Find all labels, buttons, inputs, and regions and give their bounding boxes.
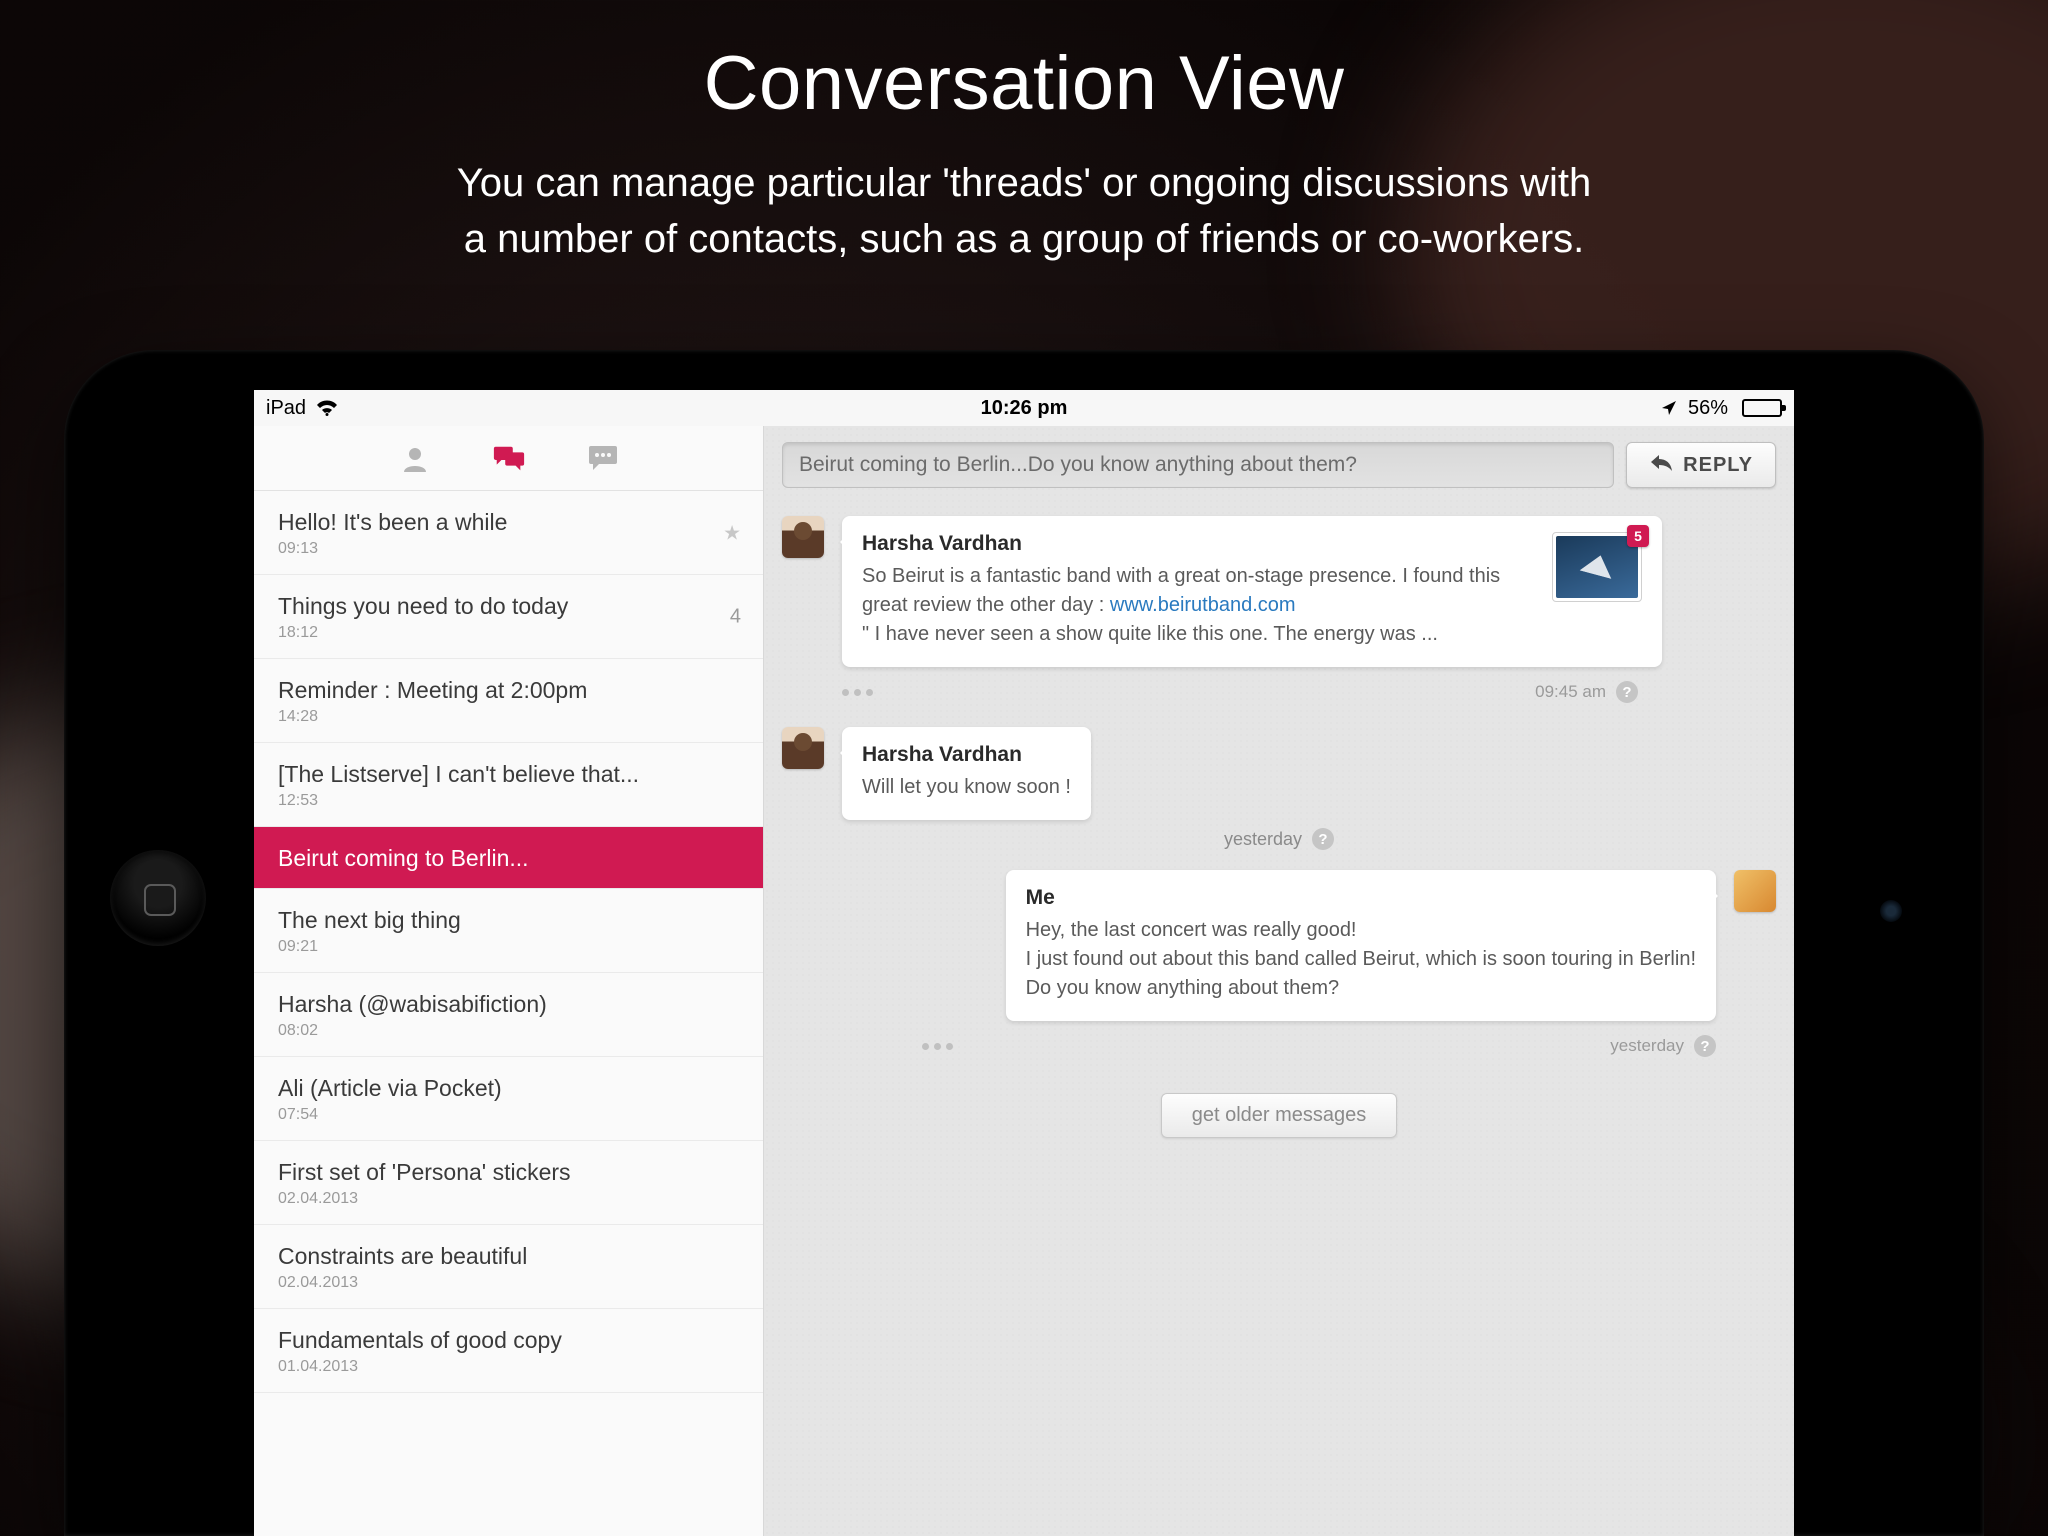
battery-icon (1742, 399, 1782, 417)
thread-title: The next big thing (278, 907, 739, 934)
thread-item[interactable]: Reminder : Meeting at 2:00pm 14:28 (254, 659, 763, 743)
thread-title: [The Listserve] I can't believe that... (278, 761, 739, 788)
message-time: yesterday (1610, 1036, 1684, 1056)
promo-title: Conversation View (0, 40, 2048, 127)
ipad-frame: iPad 10:26 pm 56% (64, 350, 1984, 1536)
message-meta: 09:45 am ? (782, 673, 1642, 727)
message-bubble[interactable]: Me Hey, the last concert was really good… (1006, 870, 1716, 1021)
promo-subtitle: You can manage particular 'threads' or o… (0, 155, 2048, 267)
thread-item[interactable]: Fundamentals of good copy 01.04.2013 (254, 1309, 763, 1393)
thread-item[interactable]: [The Listserve] I can't believe that... 1… (254, 743, 763, 827)
message-row: Harsha Vardhan Will let you know soon ! (782, 727, 1776, 820)
thread-count-badge: 4 (730, 605, 741, 628)
home-button[interactable] (110, 850, 206, 946)
thread-title: Harsha (@wabisabifiction) (278, 991, 739, 1018)
conversation-pane: Beirut coming to Berlin...Do you know an… (764, 426, 1794, 1536)
message-meta: yesterday ? (782, 1027, 1776, 1081)
promo-copy: Conversation View You can manage particu… (0, 40, 2048, 267)
avatar[interactable] (782, 727, 824, 769)
thread-title: Reminder : Meeting at 2:00pm (278, 677, 739, 704)
thread-time: 09:13 (278, 540, 739, 558)
location-icon (1660, 399, 1678, 417)
screen: iPad 10:26 pm 56% (254, 390, 1794, 1536)
help-icon[interactable]: ? (1616, 681, 1638, 703)
thread-item[interactable]: Harsha (@wabisabifiction) 08:02 (254, 973, 763, 1057)
thread-item[interactable]: Hello! It's been a while 09:13★ (254, 491, 763, 575)
thread-time: 18:12 (278, 624, 739, 642)
message-link[interactable]: www.beirutband.com (1110, 594, 1296, 616)
messages-tab-icon[interactable] (586, 444, 620, 474)
thread-title: Things you need to do today (278, 593, 739, 620)
message-body: So Beirut is a fantastic band with a gre… (862, 562, 1642, 649)
thread-item[interactable]: Beirut coming to Berlin... (254, 827, 763, 889)
help-icon[interactable]: ? (1312, 828, 1334, 850)
thread-title: Constraints are beautiful (278, 1243, 739, 1270)
thread-time: 09:21 (278, 938, 739, 956)
message-body: Will let you know soon ! (862, 773, 1071, 802)
clock: 10:26 pm (981, 397, 1068, 420)
thread-time: 02.04.2013 (278, 1274, 739, 1292)
thread-title: Hello! It's been a while (278, 509, 739, 536)
message-body: Hey, the last concert was really good! I… (1026, 916, 1696, 1003)
subject-field[interactable]: Beirut coming to Berlin...Do you know an… (782, 442, 1614, 488)
message-time: 09:45 am (1535, 682, 1606, 702)
thread-item[interactable]: Things you need to do today 18:124 (254, 575, 763, 659)
message-row: Me Hey, the last concert was really good… (782, 870, 1776, 1021)
thread-item[interactable]: Ali (Article via Pocket) 07:54 (254, 1057, 763, 1141)
thread-time: 02.04.2013 (278, 1190, 739, 1208)
thread-time: 07:54 (278, 1106, 739, 1124)
contacts-tab-icon[interactable] (398, 444, 432, 474)
thread-title: First set of 'Persona' stickers (278, 1159, 739, 1186)
camera-icon (1880, 900, 1902, 922)
message-bubble[interactable]: Harsha Vardhan Will let you know soon ! (842, 727, 1091, 820)
thread-title: Beirut coming to Berlin... (278, 845, 739, 872)
attachment-thumb[interactable]: 5 (1552, 532, 1642, 602)
thread-time: 08:02 (278, 1022, 739, 1040)
battery-percent: 56% (1688, 397, 1728, 420)
star-icon[interactable]: ★ (723, 520, 741, 545)
avatar[interactable] (1734, 870, 1776, 912)
reply-arrow-icon (1649, 453, 1673, 477)
thread-time: 12:53 (278, 792, 739, 810)
message-bubble[interactable]: 5 Harsha Vardhan So Beirut is a fantasti… (842, 516, 1662, 667)
sender-name: Me (1026, 886, 1696, 910)
reply-label: REPLY (1683, 454, 1753, 477)
thread-item[interactable]: Constraints are beautiful 02.04.2013 (254, 1225, 763, 1309)
sender-name: Harsha Vardhan (862, 532, 1642, 556)
thread-time: 14:28 (278, 708, 739, 726)
message-row: 5 Harsha Vardhan So Beirut is a fantasti… (782, 516, 1776, 667)
more-dots-icon[interactable] (922, 1043, 953, 1050)
thread-title: Ali (Article via Pocket) (278, 1075, 739, 1102)
attachment-count-badge: 5 (1627, 525, 1649, 547)
avatar[interactable] (782, 516, 824, 558)
tabbar (254, 426, 763, 491)
sidebar: Hello! It's been a while 09:13★ Things you… (254, 426, 764, 1536)
carrier-label: iPad (266, 397, 306, 420)
day-divider: yesterday ? (782, 828, 1776, 850)
reply-button[interactable]: REPLY (1626, 442, 1776, 488)
help-icon[interactable]: ? (1694, 1035, 1716, 1057)
sender-name: Harsha Vardhan (862, 743, 1071, 767)
conversations-tab-icon[interactable] (492, 444, 526, 474)
thread-title: Fundamentals of good copy (278, 1327, 739, 1354)
thread-item[interactable]: The next big thing 09:21 (254, 889, 763, 973)
status-bar: iPad 10:26 pm 56% (254, 390, 1794, 426)
wifi-icon (316, 399, 338, 417)
thread-time: 01.04.2013 (278, 1358, 739, 1376)
more-dots-icon[interactable] (842, 689, 873, 696)
thread-list[interactable]: Hello! It's been a while 09:13★ Things you… (254, 491, 763, 1536)
older-messages-button[interactable]: get older messages (1161, 1093, 1398, 1138)
thread-item[interactable]: First set of 'Persona' stickers 02.04.201… (254, 1141, 763, 1225)
